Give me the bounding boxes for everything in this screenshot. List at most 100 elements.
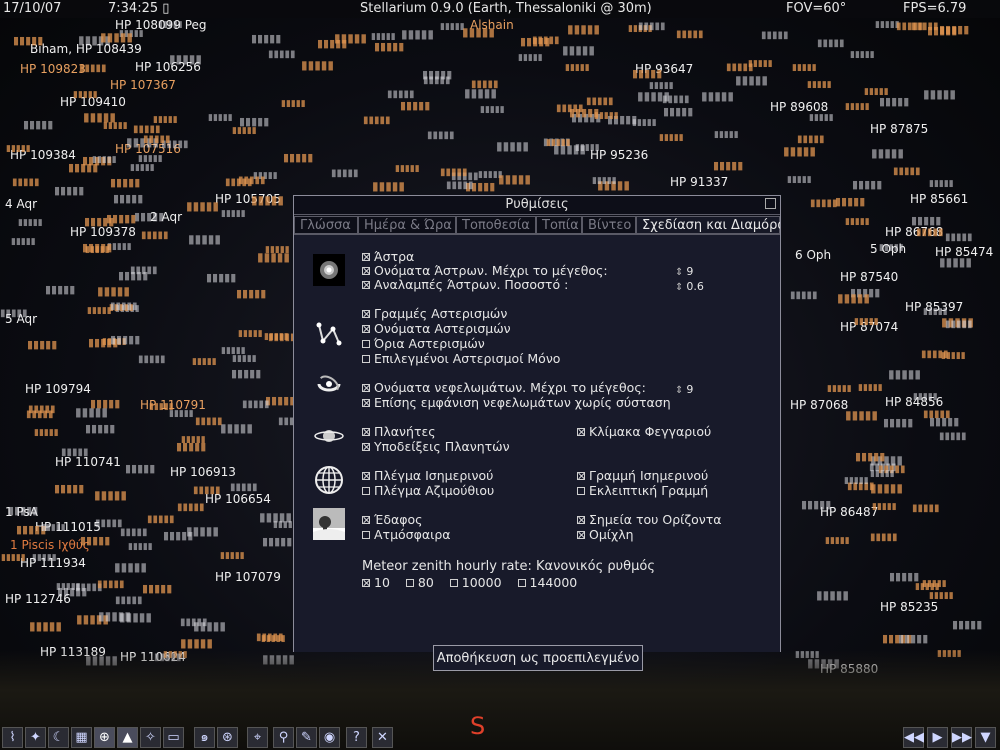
spinner-arrows-icon[interactable]: ⇕ — [675, 385, 683, 396]
cardinal-points-checkbox[interactable] — [577, 516, 585, 524]
settings-wrench-icon[interactable]: ✎ — [296, 727, 317, 748]
time-rewind-icon[interactable]: ◀◀ — [903, 727, 924, 748]
ground-row[interactable]: Έδαφος — [362, 513, 422, 527]
stars-checkbox-row[interactable]: Άστρα — [362, 250, 414, 264]
moon-scale-row[interactable]: Κλίμακα Φεγγαριού — [577, 425, 711, 439]
planet-hints-checkbox[interactable] — [362, 443, 370, 451]
constellation-boundaries-checkbox[interactable] — [362, 340, 370, 348]
tab-location[interactable]: Τοποθεσία — [456, 216, 536, 234]
moon-scale-label: Κλίμακα Φεγγαριού — [589, 424, 712, 439]
equator-line-row[interactable]: Γραμμή Ισημερινού — [577, 469, 708, 483]
rendering-panel: Άστρα Ονόματα Άστρων. Μέχρι το μέγεθος: … — [294, 234, 780, 671]
nebula-names-checkbox[interactable] — [362, 384, 370, 392]
twinkle-value[interactable]: 0.6 — [686, 280, 704, 293]
twinkle-label: Αναλαμπές Άστρων. Ποσοστό : — [374, 277, 569, 292]
nebula-names-row[interactable]: Ονόματα νεφελωμάτων. Μέχρι το μέγεθος: — [362, 381, 646, 395]
star-names-value[interactable]: 9 — [686, 265, 693, 278]
atmosphere-checkbox[interactable] — [362, 531, 370, 539]
quit-icon[interactable]: ✕ — [372, 727, 393, 748]
azimuthal-grid-checkbox[interactable] — [362, 487, 370, 495]
twinkle-row[interactable]: Αναλαμπές Άστρων. Ποσοστό : — [362, 278, 568, 292]
tab-rendering[interactable]: Σχεδίαση και Διαμόρφωση — [636, 216, 780, 234]
sky-clutter-mark: ▮▮▮▮▮ — [496, 139, 530, 153]
tab-date-time[interactable]: Ημέρα & Ώρα — [358, 216, 456, 234]
planet-hints-toggle-icon[interactable]: ⊛ — [217, 727, 238, 748]
star-names-row[interactable]: Ονόματα Άστρων. Μέχρι το μέγεθος: — [362, 264, 608, 278]
meteor-10000-radio[interactable] — [449, 579, 458, 587]
ecliptic-line-checkbox[interactable] — [577, 487, 585, 495]
sky-object-label: HP 87540 — [840, 270, 899, 284]
moon-scale-checkbox[interactable] — [577, 428, 585, 436]
equatorial-grid-checkbox[interactable] — [362, 472, 370, 480]
constellation-names-toggle-icon[interactable]: ✦ — [25, 727, 46, 748]
nebula-names-spinner[interactable]: ⇕ 9 — [675, 383, 693, 398]
sky-object-label: HP 91337 — [670, 175, 729, 189]
stars-checkbox[interactable] — [362, 253, 370, 261]
star-names-spinner[interactable]: ⇕ 9 — [675, 265, 693, 280]
help-icon[interactable]: ? — [346, 727, 367, 748]
dialog-title-bar[interactable]: Ρυθμίσεις — [294, 196, 780, 215]
nebula-no-texture-checkbox[interactable] — [362, 399, 370, 407]
sky-clutter-mark: ▮▮▮▮▮ — [27, 338, 58, 351]
constellation-lines-row[interactable]: Γραμμές Αστερισμών — [362, 307, 507, 321]
sky-clutter-mark: ▮▮▮▮▮ — [220, 551, 245, 561]
azimuthal-grid-row[interactable]: Πλέγμα Αζιμούθιου — [362, 484, 494, 498]
night-mode-eye-icon[interactable]: ◉ — [319, 727, 340, 748]
nebula-no-texture-row[interactable]: Επίσης εμφάνιση νεφελωμάτων χωρίς σύστασ… — [362, 396, 671, 410]
save-as-default-button[interactable]: Αποθήκευση ως προεπιλεγμένο — [433, 645, 643, 671]
nebula-names-value[interactable]: 9 — [686, 383, 693, 396]
search-icon[interactable]: ⚲ — [273, 727, 294, 748]
azimuthal-grid-toggle-icon[interactable]: ▦ — [71, 727, 92, 748]
cardinal-points-row[interactable]: Σημεία του Ορίζοντα — [577, 513, 722, 527]
spinner-arrows-icon[interactable]: ⇕ — [675, 267, 683, 278]
ground-toggle-icon[interactable]: ▲ — [117, 727, 138, 748]
constellation-lines-toggle-icon[interactable]: ⌇ — [2, 727, 23, 748]
constellation-art-toggle-icon[interactable]: ☾ — [48, 727, 69, 748]
sky-clutter-mark: ▮▮▮▮▮ — [816, 588, 850, 602]
sky-clutter-mark: ▮▮▮▮▮ — [259, 510, 293, 524]
nebulae-toggle-icon[interactable]: ๑ — [194, 727, 215, 748]
equator-line-checkbox[interactable] — [577, 472, 585, 480]
time-play-icon[interactable]: ▶ — [927, 727, 948, 748]
selected-constellations-row[interactable]: Επιλεγμένοι Αστερισμοί Μόνο — [362, 352, 560, 366]
tracking-toggle-icon[interactable]: ⌖ — [247, 727, 268, 748]
fog-checkbox[interactable] — [577, 531, 585, 539]
dialog-close-button[interactable] — [765, 198, 776, 209]
sky-clutter-mark: ▮▮▮▮▮ — [110, 301, 138, 312]
twinkle-spinner[interactable]: ⇕ 0.6 — [675, 280, 704, 295]
time-forward-icon[interactable]: ▶▶ — [951, 727, 972, 748]
constellation-names-row[interactable]: Ονόματα Αστερισμών — [362, 322, 511, 336]
sky-clutter-mark: ▮▮▮▮▮ — [945, 319, 973, 330]
meteor-144000-radio[interactable] — [517, 579, 526, 587]
tab-language[interactable]: Γλώσσα — [294, 216, 358, 234]
planet-hints-row[interactable]: Υποδείξεις Πλανητών — [362, 440, 510, 454]
sky-clutter-mark: ▮▮▮▮▮ — [575, 143, 600, 153]
atmosphere-row[interactable]: Ατμόσφαιρα — [362, 528, 451, 542]
twinkle-checkbox[interactable] — [362, 281, 370, 289]
planets-row[interactable]: Πλανήτες — [362, 425, 436, 439]
equatorial-grid-toggle-icon[interactable]: ⊕ — [94, 727, 115, 748]
sky-clutter-mark: ▮▮▮▮▮ — [128, 542, 153, 552]
selected-constellations-checkbox[interactable] — [362, 355, 370, 363]
spinner-arrows-icon[interactable]: ⇕ — [675, 282, 683, 293]
constellation-boundaries-row[interactable]: Όρια Αστερισμών — [362, 337, 485, 351]
tab-landscapes[interactable]: Τοπία — [536, 216, 582, 234]
constellation-names-checkbox[interactable] — [362, 325, 370, 333]
sky-clutter-mark: ▮▮▮▮▮ — [844, 476, 869, 486]
star-names-checkbox[interactable] — [362, 267, 370, 275]
constellation-lines-checkbox[interactable] — [362, 310, 370, 318]
ecliptic-line-row[interactable]: Εκλειπτική Γραμμή — [577, 484, 708, 498]
ground-checkbox[interactable] — [362, 516, 370, 524]
atmosphere-toggle-icon[interactable]: ▭ — [163, 727, 184, 748]
sky-clutter-mark: ▮▮▮▮▮ — [251, 32, 282, 45]
planets-checkbox[interactable] — [362, 428, 370, 436]
time-now-icon[interactable]: ▼ — [975, 727, 996, 748]
sky-clutter-mark: ▮▮▮▮▮ — [893, 166, 921, 177]
equatorial-grid-row[interactable]: Πλέγμα Ισημερινού — [362, 469, 493, 483]
fog-row[interactable]: Ομίχλη — [577, 528, 634, 542]
meteor-10-radio[interactable] — [362, 579, 370, 587]
sky-clutter-mark: ▮▮▮▮▮ — [29, 619, 63, 633]
tab-video[interactable]: Βίντεο — [582, 216, 636, 234]
cardinal-points-toggle-icon[interactable]: ✧ — [140, 727, 161, 748]
meteor-80-radio[interactable] — [405, 579, 414, 587]
